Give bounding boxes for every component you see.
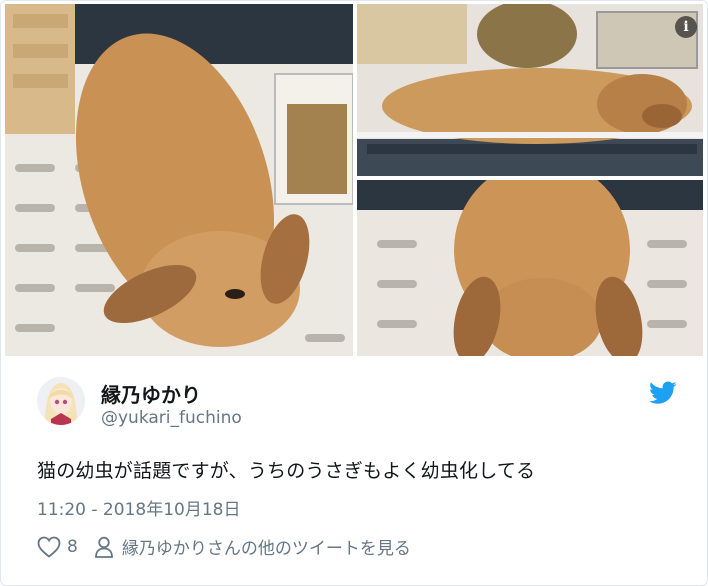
twitter-bird-icon[interactable] (649, 381, 677, 405)
like-count[interactable]: 8 (67, 537, 78, 557)
more-tweets-link[interactable]: 縁乃ゆかりさんの他のツイートを見る (122, 534, 411, 559)
tweet-timestamp[interactable]: 11:20 - 2018年10月18日 (37, 495, 240, 520)
heart-icon[interactable] (37, 536, 61, 558)
rabbit-photo-1 (5, 4, 353, 356)
photo-top-right[interactable] (357, 4, 703, 176)
person-icon[interactable] (94, 536, 114, 558)
tweet-card: i 縁乃ゆかり @yukari_fuchino 猫の幼虫が話題ですが、うちのうさ… (0, 0, 708, 586)
photo-bottom-right[interactable] (357, 180, 703, 356)
tweet-text: 猫の幼虫が話題ですが、うちのうさぎもよく幼虫化してる (37, 460, 536, 482)
display-name[interactable]: 縁乃ゆかり (101, 379, 201, 408)
avatar[interactable] (37, 377, 85, 425)
user-handle[interactable]: @yukari_fuchino (101, 408, 242, 428)
info-icon-label: i (683, 19, 689, 35)
tweet-header: 縁乃ゆかり @yukari_fuchino (37, 375, 677, 435)
tweet-actions: 8 縁乃ゆかりさんの他のツイートを見る (37, 534, 411, 559)
media-grid: i (5, 4, 703, 356)
avatar-image (37, 377, 85, 425)
info-icon[interactable]: i (675, 16, 697, 38)
rabbit-photo-3 (357, 180, 703, 356)
photo-left[interactable] (5, 4, 353, 356)
rabbit-photo-2 (357, 4, 703, 176)
